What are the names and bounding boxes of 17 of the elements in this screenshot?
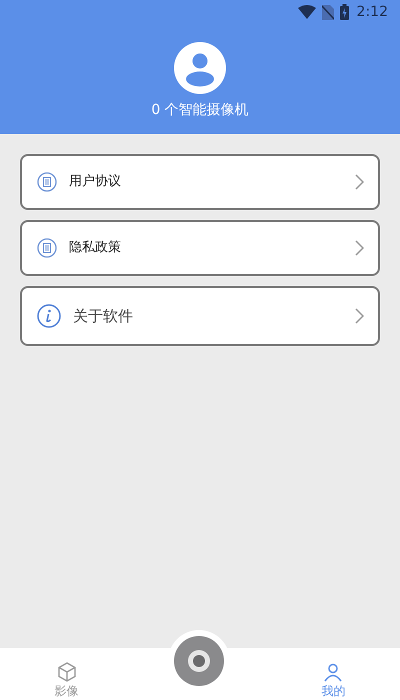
chevron-right-icon	[355, 308, 364, 324]
chevron-right-icon	[355, 174, 364, 190]
document-icon	[37, 238, 57, 258]
wifi-icon	[298, 5, 316, 19]
menu-item[interactable]: 用户协议	[20, 154, 380, 210]
no-sim-icon	[322, 4, 334, 20]
menu-item[interactable]: 隐私政策	[20, 220, 380, 276]
chevron-right-icon	[355, 240, 364, 256]
avatar-icon[interactable]	[174, 42, 226, 94]
document-icon	[37, 172, 57, 192]
camera-count: 0 个智能摄像机	[151, 101, 249, 120]
person-icon	[323, 662, 344, 682]
menu-item[interactable]: 关于软件	[20, 286, 380, 346]
status-time: 2:12	[356, 2, 388, 22]
info-icon	[37, 304, 61, 328]
cube-icon	[56, 662, 77, 682]
battery-icon	[340, 4, 349, 20]
